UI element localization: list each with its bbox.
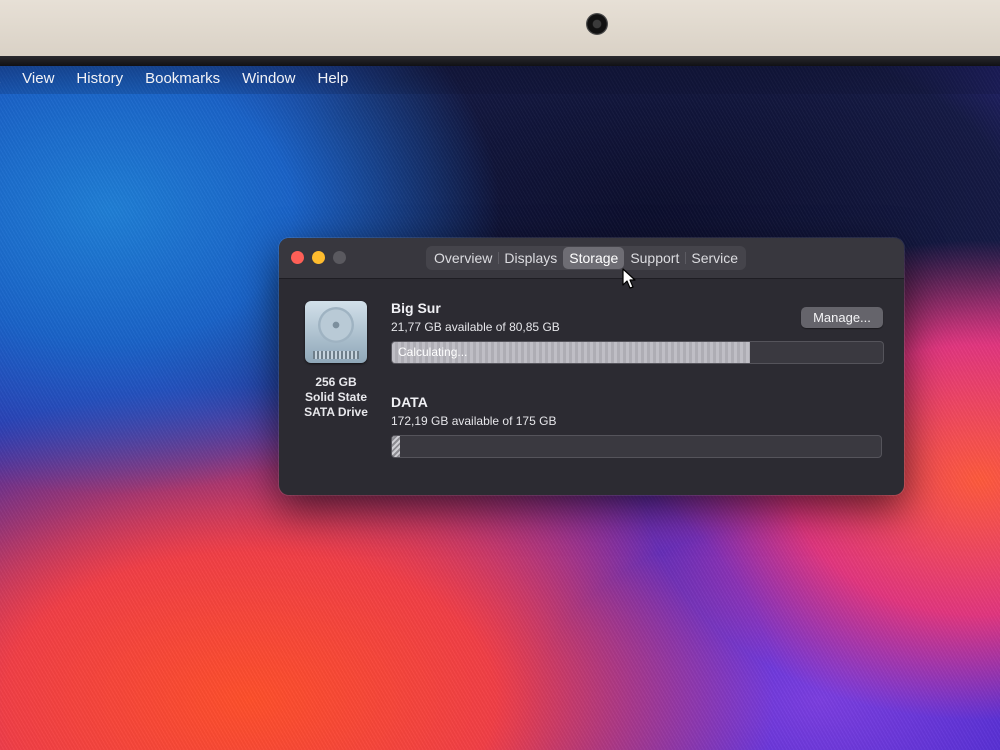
- bezel-edge: [0, 56, 1000, 66]
- close-button[interactable]: [291, 251, 304, 264]
- menu-item-history[interactable]: History: [65, 70, 134, 87]
- tab-storage[interactable]: Storage: [563, 247, 625, 269]
- disk-capacity: 256 GB: [315, 375, 357, 389]
- menu-item-help[interactable]: Help: [306, 70, 359, 87]
- tab-service[interactable]: Service: [685, 247, 744, 269]
- menu-item-truncated[interactable]: t: [0, 70, 11, 87]
- laptop-bezel: [0, 0, 1000, 62]
- menu-bar: t View History Bookmarks Window Help: [0, 62, 1000, 94]
- hard-drive-icon: [305, 301, 367, 363]
- disk-connector: [313, 351, 359, 359]
- volume-availability-bigsur: 21,77 GB available of 80,85 GB: [391, 320, 560, 334]
- tab-overview[interactable]: Overview: [428, 247, 498, 269]
- volume-availability-data: 172,19 GB available of 175 GB: [391, 414, 557, 428]
- storage-bar-bigsur: Calculating...: [391, 341, 884, 364]
- tab-support[interactable]: Support: [624, 247, 685, 269]
- storage-bar-data: [391, 435, 882, 458]
- mouse-pointer-icon: [622, 268, 636, 289]
- menu-item-bookmarks[interactable]: Bookmarks: [134, 70, 231, 87]
- about-this-mac-window: Overview Displays Storage Support Servic…: [279, 238, 904, 495]
- disk-info: 256 GB Solid State SATA Drive: [291, 375, 381, 420]
- storage-bar-status: Calculating...: [398, 345, 468, 359]
- window-titlebar: Overview Displays Storage Support Servic…: [279, 238, 904, 279]
- disk-platter: [318, 307, 354, 343]
- disk-type: Solid State: [304, 390, 367, 404]
- webcam: [586, 13, 608, 35]
- disk-interface: SATA Drive: [304, 405, 368, 419]
- tab-displays[interactable]: Displays: [498, 247, 563, 269]
- traffic-lights: [291, 251, 346, 264]
- menu-item-window[interactable]: Window: [231, 70, 306, 87]
- volume-name-data: DATA: [391, 394, 428, 410]
- storage-bar-fill-data: [392, 436, 400, 457]
- zoom-button: [333, 251, 346, 264]
- manage-button[interactable]: Manage...: [801, 307, 883, 328]
- menu-item-view[interactable]: View: [11, 70, 65, 87]
- tab-bar: Overview Displays Storage Support Servic…: [426, 246, 747, 270]
- volume-name-bigsur: Big Sur: [391, 300, 441, 316]
- minimize-button[interactable]: [312, 251, 325, 264]
